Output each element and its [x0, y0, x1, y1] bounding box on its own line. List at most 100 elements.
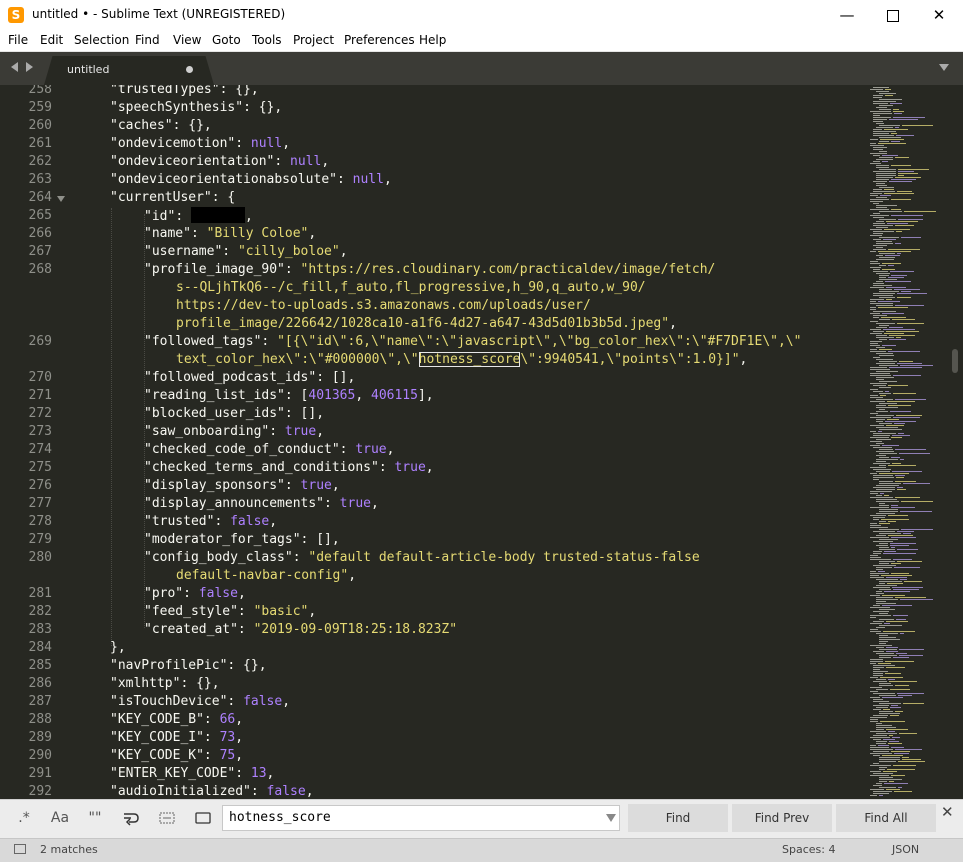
- syntax-selector[interactable]: JSON: [892, 843, 919, 856]
- code-line[interactable]: "checked_terms_and_conditions": true,: [144, 459, 434, 477]
- menu-help[interactable]: Help: [419, 33, 446, 47]
- find-input-value[interactable]: hotness_score: [229, 810, 331, 825]
- minimap-line: [885, 661, 914, 662]
- minimap-line: [895, 481, 916, 482]
- code-line[interactable]: "pro": false,: [144, 585, 246, 603]
- minimap-line: [879, 655, 897, 656]
- vertical-scrollbar[interactable]: [950, 85, 963, 799]
- code-line[interactable]: "id": ,: [144, 207, 253, 226]
- code-line[interactable]: "profile_image_90": "https://res.cloudin…: [144, 261, 715, 279]
- minimap-line: [870, 737, 890, 738]
- minimap-line: [876, 377, 894, 378]
- menu-project[interactable]: Project: [293, 33, 334, 47]
- minimap-line: [885, 95, 893, 96]
- minimap[interactable]: [866, 85, 948, 799]
- indentation-setting[interactable]: Spaces: 4: [782, 843, 835, 856]
- menu-find[interactable]: Find: [135, 33, 160, 47]
- code-line[interactable]: "followed_tags": "[{\"id\":6,\"name\":\"…: [144, 333, 801, 351]
- code-line[interactable]: "config_body_class": "default default-ar…: [144, 549, 700, 567]
- code-line[interactable]: "created_at": "2019-09-09T18:25:18.823Z": [144, 621, 457, 639]
- minimap-line: [881, 519, 909, 520]
- code-line[interactable]: "followed_podcast_ids": [],: [144, 369, 355, 387]
- fold-arrow-icon[interactable]: [57, 196, 65, 202]
- code-line[interactable]: "trusted": false,: [144, 513, 277, 531]
- code-line[interactable]: "username": "cilly_boloe",: [144, 243, 348, 261]
- code-line[interactable]: "ENTER_KEY_CODE": 13,: [110, 765, 274, 783]
- code-line[interactable]: "xmlhttp": {},: [110, 675, 220, 693]
- minimap-line: [894, 753, 909, 754]
- code-line[interactable]: "moderator_for_tags": [],: [144, 531, 340, 549]
- find-prev-button[interactable]: Find Prev: [732, 804, 832, 832]
- code-editor[interactable]: 258 259 260 261 262 263 264 265 266 267 268 269 270 2…: [0, 85, 963, 799]
- code-line[interactable]: "speechSynthesis": {},: [110, 99, 282, 117]
- code-line[interactable]: profile_image/226642/1028ca10-a1f6-4d27-…: [176, 315, 677, 333]
- wrap-toggle[interactable]: [118, 807, 146, 829]
- code-line[interactable]: "trustedTypes": {},: [110, 85, 259, 99]
- minimap-line: [876, 597, 893, 598]
- code-line[interactable]: "ondeviceorientation": null,: [110, 153, 329, 171]
- code-line[interactable]: "currentUser": {: [110, 189, 235, 207]
- code-line[interactable]: "reading_list_ids": [401365, 406115],: [144, 387, 434, 405]
- find-history-dropdown-icon[interactable]: [606, 814, 616, 822]
- code-line[interactable]: },: [110, 639, 126, 657]
- find-button[interactable]: Find: [628, 804, 728, 832]
- code-line[interactable]: "KEY_CODE_K": 75,: [110, 747, 243, 765]
- tab-nav-right-icon[interactable]: [26, 62, 33, 72]
- minimap-line: [873, 433, 896, 434]
- menu-preferences[interactable]: Preferences: [344, 33, 415, 47]
- minimap-line: [876, 123, 884, 124]
- code-line[interactable]: "saw_onboarding": true,: [144, 423, 324, 441]
- minimap-line: [870, 557, 881, 558]
- minimap-line: [891, 275, 907, 276]
- code-line[interactable]: "checked_code_of_conduct": true,: [144, 441, 394, 459]
- close-window-button[interactable]: ✕: [916, 0, 962, 31]
- code-line[interactable]: "display_sponsors": true,: [144, 477, 340, 495]
- menu-edit[interactable]: Edit: [40, 33, 63, 47]
- minimap-line: [896, 337, 901, 338]
- scrollbar-thumb[interactable]: [952, 349, 958, 373]
- whole-word-toggle[interactable]: "": [82, 807, 108, 829]
- tab-nav-left-icon[interactable]: [11, 62, 18, 72]
- code-line[interactable]: "audioInitialized": false,: [110, 783, 314, 799]
- json-constant: null: [250, 136, 283, 151]
- code-line[interactable]: text_color_hex\":\"#000000\",\"hotness_s…: [176, 351, 747, 369]
- unsaved-dot-icon[interactable]: [186, 66, 193, 73]
- minimize-button[interactable]: —: [824, 0, 870, 31]
- menu-file[interactable]: File: [8, 33, 28, 47]
- json-key: "created_at": [144, 622, 238, 637]
- minimap-line: [904, 581, 922, 582]
- code-line[interactable]: "caches": {},: [110, 117, 212, 135]
- minimap-line: [870, 401, 885, 402]
- code-line[interactable]: https://dev-to-uploads.s3.amazonaws.com/…: [176, 297, 591, 315]
- menu-selection[interactable]: Selection: [74, 33, 129, 47]
- find-all-button[interactable]: Find All: [836, 804, 936, 832]
- code-line[interactable]: "KEY_CODE_B": 66,: [110, 711, 243, 729]
- code-line[interactable]: "KEY_CODE_I": 73,: [110, 729, 243, 747]
- menu-view[interactable]: View: [173, 33, 201, 47]
- code-line[interactable]: "blocked_user_ids": [],: [144, 405, 324, 423]
- menu-goto[interactable]: Goto: [212, 33, 241, 47]
- code-line[interactable]: "ondeviceorientationabsolute": null,: [110, 171, 392, 189]
- menu-tools[interactable]: Tools: [252, 33, 282, 47]
- code-line[interactable]: "navProfilePic": {},: [110, 657, 267, 675]
- code-line[interactable]: "feed_style": "basic",: [144, 603, 316, 621]
- line-number: 279: [28, 532, 52, 547]
- tab-list-dropdown-icon[interactable]: [939, 64, 949, 71]
- code-line[interactable]: s--QLjhTkQ6--/c_fill,f_auto,fl_progressi…: [176, 279, 646, 297]
- minimap-line: [892, 435, 910, 436]
- minimap-line: [873, 225, 893, 226]
- code-line[interactable]: "name": "Billy Coloe",: [144, 225, 316, 243]
- code-line[interactable]: default-navbar-config",: [176, 567, 356, 585]
- code-line[interactable]: "ondevicemotion": null,: [110, 135, 290, 153]
- in-selection-toggle[interactable]: [154, 807, 180, 829]
- case-sensitive-toggle[interactable]: Aa: [46, 807, 74, 829]
- minimap-line: [873, 129, 882, 130]
- code-line[interactable]: "isTouchDevice": false,: [110, 693, 290, 711]
- console-toggle-icon[interactable]: [14, 844, 26, 854]
- highlight-matches-toggle[interactable]: [190, 807, 216, 829]
- regex-toggle[interactable]: .*: [12, 807, 36, 829]
- close-find-panel-icon[interactable]: ✕: [941, 803, 954, 821]
- maximize-button[interactable]: [870, 0, 916, 31]
- code-line[interactable]: "display_announcements": true,: [144, 495, 379, 513]
- in-selection-icon: [159, 812, 175, 824]
